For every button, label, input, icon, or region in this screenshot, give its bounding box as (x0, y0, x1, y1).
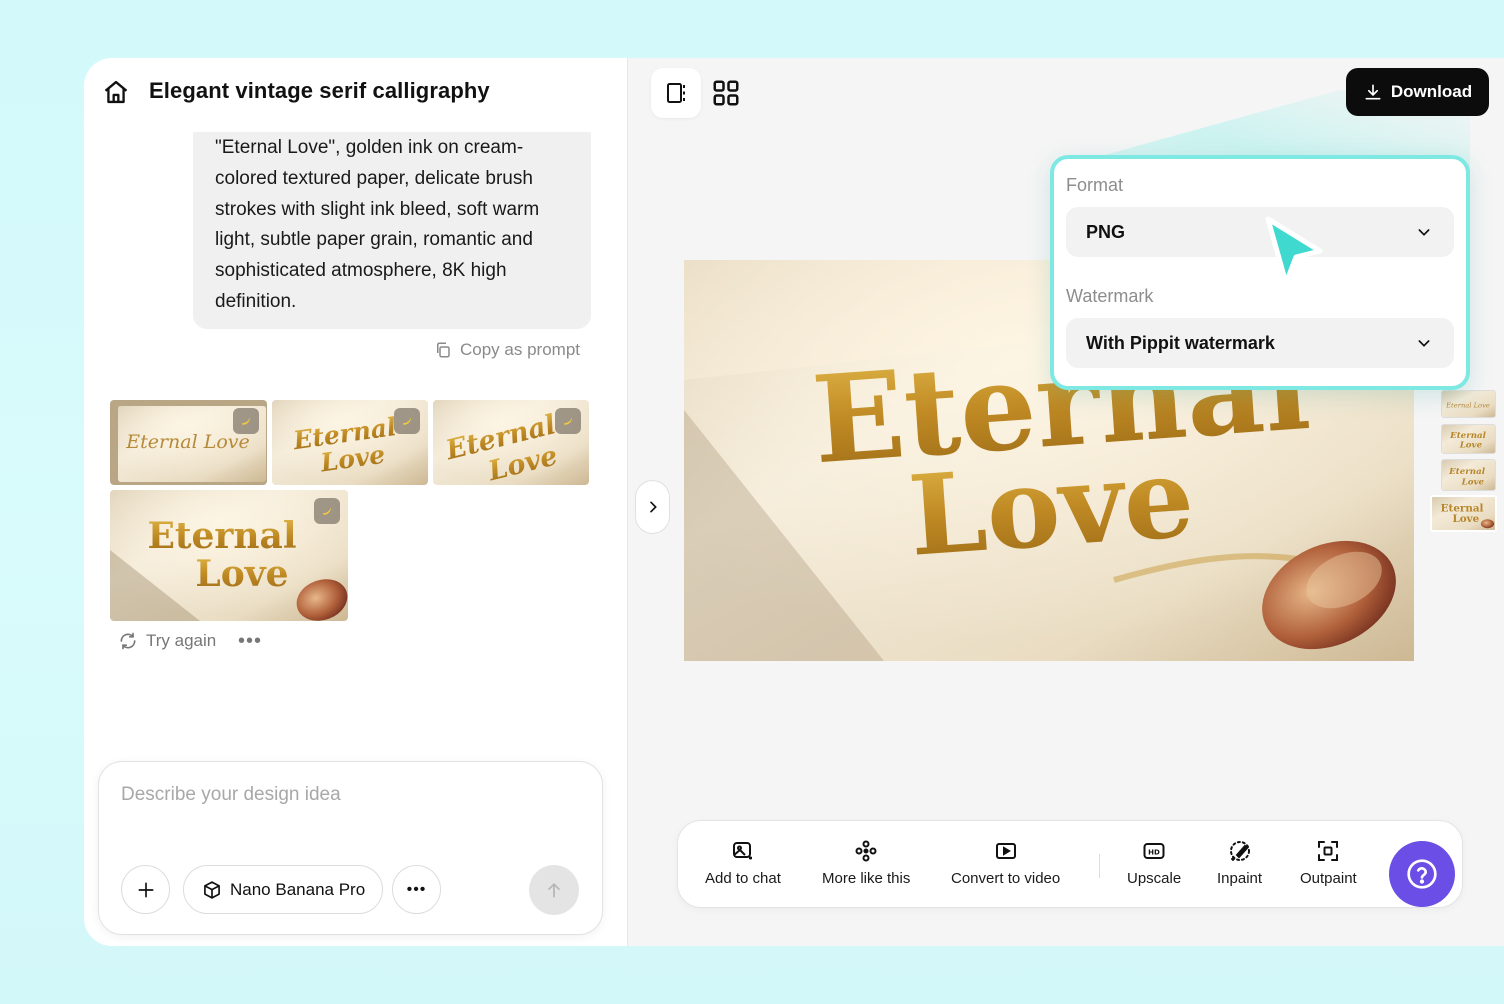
try-again-label: Try again (146, 631, 217, 650)
help-button[interactable] (1389, 841, 1455, 907)
svg-text:Eternal Love: Eternal Love (1445, 402, 1490, 410)
thumbnail-text-line1: Eternal (147, 515, 296, 557)
svg-text:Eternal: Eternal (1441, 503, 1484, 515)
send-button[interactable] (529, 865, 579, 915)
app-frame: Elegant vintage serif calligraphy "Etern… (84, 58, 1504, 946)
banana-icon (322, 506, 332, 515)
image-actions-toolbar: Add to chat More like this Convert to vi… (677, 820, 1463, 908)
banana-icon (402, 416, 412, 425)
watermark-select[interactable]: With Pippit watermark (1066, 318, 1454, 368)
chevron-down-icon (1418, 229, 1430, 236)
copy-icon (437, 342, 450, 358)
add-to-chat-label: Add to chat (705, 870, 781, 887)
result-thumbnail-1[interactable]: Eternal Love (110, 400, 267, 485)
convert-to-video-button[interactable]: Convert to video (951, 839, 1060, 887)
watermark-label: Watermark (1066, 286, 1154, 306)
grid-view-icon[interactable] (711, 78, 741, 108)
send-arrow-icon (548, 882, 560, 898)
side-thumbnail-3[interactable]: Eternal Love (1441, 459, 1496, 491)
banana-badge (394, 408, 420, 434)
add-attachment-button[interactable] (121, 865, 170, 914)
download-label: Download (1390, 82, 1473, 101)
outpaint-label: Outpaint (1300, 870, 1357, 887)
result-thumbnail-3[interactable]: Eternal Love (433, 400, 589, 485)
try-again-button[interactable]: Try again (118, 631, 216, 651)
outpaint-icon (1318, 841, 1339, 861)
model-label: Nano Banana Pro (230, 879, 366, 899)
upscale-label: Upscale (1127, 870, 1182, 887)
single-view-icon (667, 83, 685, 103)
help-icon (1407, 859, 1437, 889)
convert-to-video-label: Convert to video (951, 870, 1061, 887)
chevron-down-icon (1418, 340, 1430, 347)
preview-text-line2: Love (905, 432, 1198, 581)
format-value: PNG (1086, 221, 1126, 242)
single-view-toggle[interactable] (651, 68, 701, 118)
more-like-this-label: More like this (822, 870, 911, 887)
refresh-icon (120, 632, 136, 650)
composer: Nano Banana Pro ••• (98, 761, 603, 935)
add-to-chat-icon (732, 842, 752, 860)
inpaint-button[interactable]: Inpaint (1217, 839, 1262, 887)
model-selector-button[interactable]: Nano Banana Pro (183, 865, 384, 914)
upscale-hd-icon: HD (1143, 843, 1165, 859)
cube-icon (204, 880, 220, 899)
prompt-bubble: "Eternal Love", golden ink on cream-colo… (193, 132, 591, 329)
format-label: Format (1066, 175, 1124, 195)
chat-panel: Elegant vintage serif calligraphy "Etern… (84, 58, 628, 946)
result-thumbnail-2[interactable]: Eternal Love (272, 400, 428, 485)
page-title: Elegant vintage serif calligraphy (149, 78, 490, 103)
side-thumbnail-2[interactable]: Eternal Love (1441, 424, 1496, 454)
watermark-value: With Pippit watermark (1086, 332, 1275, 353)
side-thumbnail-4-selected[interactable]: Eternal Love (1430, 495, 1497, 532)
toolbar-divider (1099, 854, 1100, 878)
thumbnail-text: Eternal Love (125, 431, 250, 453)
add-to-chat-button[interactable]: Add to chat (705, 839, 781, 887)
svg-text:Eternal: Eternal (1448, 467, 1486, 477)
cursor-pointer-icon (1265, 216, 1323, 286)
chevron-right-icon (649, 501, 657, 513)
more-like-this-button[interactable]: More like this (822, 839, 910, 887)
side-thumbnail-1[interactable]: Eternal Love (1441, 390, 1496, 418)
banana-badge (314, 498, 340, 524)
home-icon[interactable] (102, 78, 130, 106)
banana-icon (563, 416, 573, 425)
more-like-this-icon (855, 840, 877, 862)
plus-icon (138, 882, 153, 897)
design-idea-input[interactable] (121, 784, 561, 806)
upscale-button[interactable]: HD Upscale (1127, 839, 1181, 887)
convert-to-video-icon (995, 843, 1016, 859)
composer-more-button[interactable]: ••• (392, 865, 441, 914)
inpaint-label: Inpaint (1217, 870, 1263, 887)
svg-text:Love: Love (1461, 477, 1485, 487)
svg-text:HD: HD (1148, 849, 1160, 857)
svg-text:Eternal: Eternal (1449, 431, 1487, 441)
download-button[interactable]: Download (1346, 68, 1489, 116)
copy-as-prompt-label: Copy as prompt (460, 340, 580, 359)
copy-as-prompt-button[interactable]: Copy as prompt (434, 340, 580, 360)
banana-icon (241, 416, 251, 425)
expand-panel-button[interactable] (635, 480, 670, 534)
more-options-button[interactable]: ••• (238, 630, 262, 653)
svg-text:Love: Love (1452, 514, 1479, 525)
result-thumbnail-4[interactable]: Eternal Love (110, 490, 348, 621)
download-icon (1365, 84, 1381, 100)
banana-badge (555, 408, 581, 434)
svg-text:Love: Love (1459, 441, 1483, 451)
banana-badge (233, 408, 259, 434)
inpaint-icon (1229, 841, 1250, 861)
outpaint-button[interactable]: Outpaint (1300, 839, 1357, 887)
thumbnail-image: Eternal Love (110, 490, 348, 621)
thumbnail-text-line2: Love (195, 553, 288, 595)
